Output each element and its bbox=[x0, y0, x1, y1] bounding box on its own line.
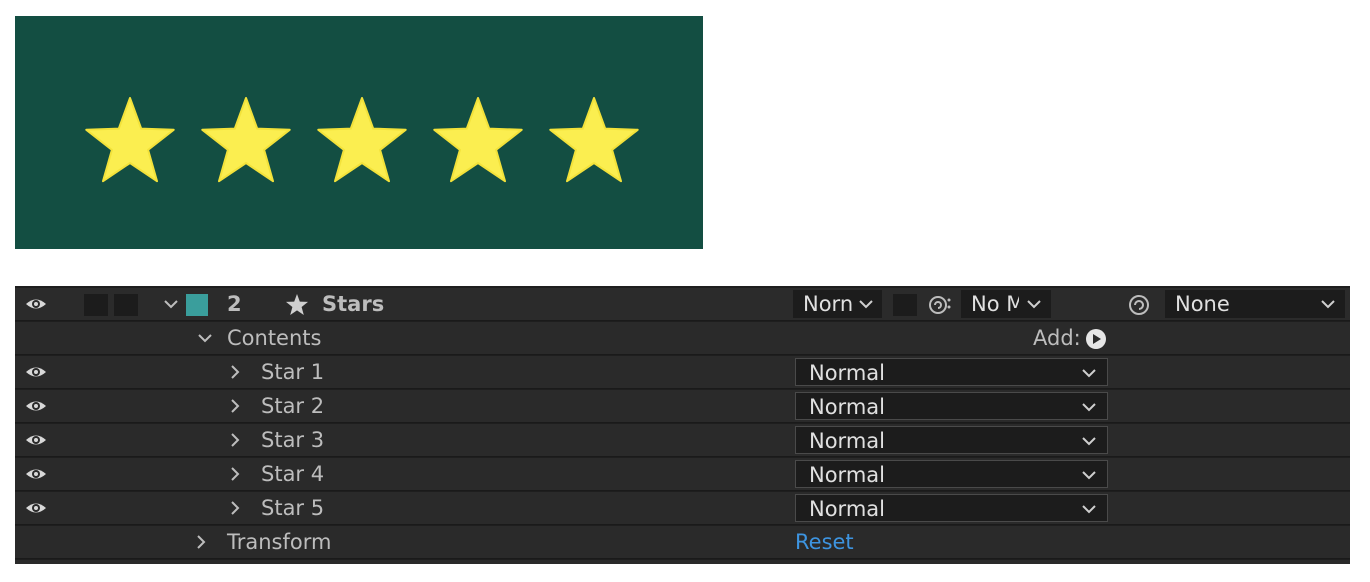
chevron-down-icon bbox=[1321, 300, 1335, 309]
parent-pickwhip-icon[interactable] bbox=[1127, 293, 1151, 317]
composition-preview bbox=[15, 16, 703, 249]
star-row[interactable]: Star 5 Normal bbox=[15, 492, 1350, 525]
timeline-panel: 2 Stars Norn No M None Contents Add: Sta… bbox=[15, 286, 1350, 564]
add-label: Add: bbox=[1033, 326, 1081, 350]
layer-number: 2 bbox=[227, 292, 242, 316]
chevron-down-icon bbox=[1082, 505, 1096, 514]
eye-icon[interactable] bbox=[25, 397, 47, 415]
audio-toggle[interactable] bbox=[84, 294, 108, 316]
chevron-right-icon[interactable] bbox=[225, 356, 245, 389]
layer-mode-dropdown[interactable]: Norn bbox=[793, 290, 882, 318]
parent-dropdown[interactable]: None bbox=[1165, 290, 1345, 318]
chevron-down-icon bbox=[1082, 369, 1096, 378]
chevron-down-icon[interactable] bbox=[161, 288, 181, 321]
stars-graphic bbox=[85, 97, 639, 183]
star-mode-dropdown[interactable]: Normal bbox=[795, 426, 1108, 454]
eye-icon[interactable] bbox=[25, 431, 47, 449]
star-shape bbox=[549, 97, 639, 183]
transform-label: Transform bbox=[227, 530, 332, 554]
star-label: Star 5 bbox=[261, 496, 325, 520]
eye-icon[interactable] bbox=[25, 295, 47, 313]
star-label: Star 3 bbox=[261, 428, 325, 452]
contents-row[interactable]: Contents Add: bbox=[15, 322, 1350, 355]
solo-toggle[interactable] bbox=[114, 294, 138, 316]
reset-link[interactable]: Reset bbox=[795, 526, 854, 559]
chevron-down-icon bbox=[1082, 437, 1096, 446]
next-layer-row-partial bbox=[15, 560, 1350, 564]
star-label: Star 4 bbox=[261, 462, 325, 486]
track-matte-pickwhip-icon[interactable] bbox=[928, 293, 954, 317]
add-play-icon[interactable] bbox=[1085, 328, 1107, 350]
preserve-transparency-toggle[interactable] bbox=[893, 294, 917, 316]
star-row[interactable]: Star 4 Normal bbox=[15, 458, 1350, 491]
star-row[interactable]: Star 2 Normal bbox=[15, 390, 1350, 423]
chevron-down-icon bbox=[1082, 403, 1096, 412]
chevron-right-icon[interactable] bbox=[225, 492, 245, 525]
star-label: Star 1 bbox=[261, 360, 325, 384]
star-shape bbox=[201, 97, 291, 183]
star-row[interactable]: Star 1 Normal bbox=[15, 356, 1350, 389]
layer-label-color[interactable] bbox=[186, 294, 208, 316]
chevron-down-icon bbox=[859, 300, 873, 309]
eye-icon[interactable] bbox=[25, 363, 47, 381]
chevron-right-icon[interactable] bbox=[191, 526, 211, 559]
star-mode-dropdown[interactable]: Normal bbox=[795, 460, 1108, 488]
layer-name[interactable]: Stars bbox=[322, 288, 384, 321]
chevron-down-icon bbox=[1027, 300, 1041, 309]
layer-row[interactable]: 2 Stars Norn No M None bbox=[15, 288, 1350, 321]
chevron-down-icon[interactable] bbox=[195, 322, 215, 355]
eye-icon[interactable] bbox=[25, 499, 47, 517]
chevron-down-icon bbox=[1082, 471, 1096, 480]
chevron-right-icon[interactable] bbox=[225, 390, 245, 423]
star-shape bbox=[433, 97, 523, 183]
track-matte-dropdown[interactable]: No M bbox=[961, 290, 1051, 318]
contents-label: Contents bbox=[227, 326, 322, 350]
star-mode-dropdown[interactable]: Normal bbox=[795, 494, 1108, 522]
star-row[interactable]: Star 3 Normal bbox=[15, 424, 1350, 457]
star-shape bbox=[317, 97, 407, 183]
star-mode-dropdown[interactable]: Normal bbox=[795, 358, 1108, 386]
shape-layer-star-icon bbox=[286, 294, 308, 315]
chevron-right-icon[interactable] bbox=[225, 458, 245, 491]
chevron-right-icon[interactable] bbox=[225, 424, 245, 457]
star-shape bbox=[85, 97, 175, 183]
transform-row[interactable]: Transform Reset bbox=[15, 526, 1350, 559]
star-mode-dropdown[interactable]: Normal bbox=[795, 392, 1108, 420]
eye-icon[interactable] bbox=[25, 465, 47, 483]
star-label: Star 2 bbox=[261, 394, 325, 418]
